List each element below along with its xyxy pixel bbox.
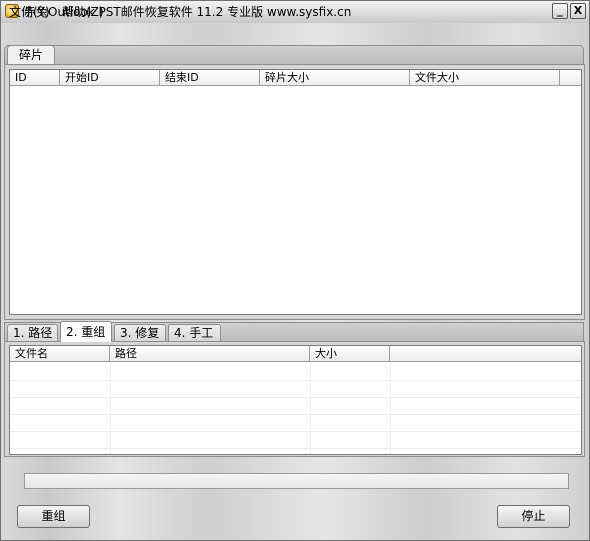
column-header-path[interactable]: 路径	[110, 346, 310, 362]
column-header-filler	[560, 70, 581, 86]
column-header-file-size[interactable]: 文件大小	[410, 70, 560, 86]
column-header-filler	[390, 346, 581, 362]
table-row[interactable]	[10, 431, 581, 449]
close-button[interactable]: X	[570, 3, 586, 19]
tab-path[interactable]: 1. 路径	[7, 324, 58, 341]
column-header-end-id[interactable]: 结束ID	[160, 70, 260, 86]
column-header-start-id[interactable]: 开始ID	[60, 70, 160, 86]
tab-repair[interactable]: 3. 修复	[114, 324, 166, 341]
files-table[interactable]: 文件名 路径 大小	[9, 345, 582, 455]
menu-help[interactable]: 帮助(Z)	[62, 3, 104, 20]
tab-rebuild[interactable]: 2. 重组	[60, 321, 112, 342]
top-tab-strip	[4, 45, 584, 65]
column-header-id[interactable]: ID	[10, 70, 60, 86]
column-header-fragment-size[interactable]: 碎片大小	[260, 70, 410, 86]
menu-bar	[1, 23, 589, 43]
table-row[interactable]	[10, 380, 581, 398]
stop-button[interactable]: 停止	[497, 505, 570, 528]
fragments-table[interactable]: ID 开始ID 结束ID 碎片大小 文件大小	[9, 69, 582, 315]
progress-bar	[24, 473, 569, 489]
column-header-file-name[interactable]: 文件名	[10, 346, 110, 362]
tab-manual[interactable]: 4. 手工	[168, 324, 221, 341]
table-row[interactable]	[10, 397, 581, 415]
table-row[interactable]	[10, 363, 581, 381]
rebuild-button[interactable]: 重组	[17, 505, 90, 528]
column-header-size[interactable]: 大小	[310, 346, 390, 362]
tab-fragments[interactable]: 碎片	[7, 45, 55, 65]
table-row[interactable]	[10, 414, 581, 432]
menu-file[interactable]: 文件(Y)	[9, 3, 50, 20]
minimize-button[interactable]: _	[552, 3, 568, 19]
